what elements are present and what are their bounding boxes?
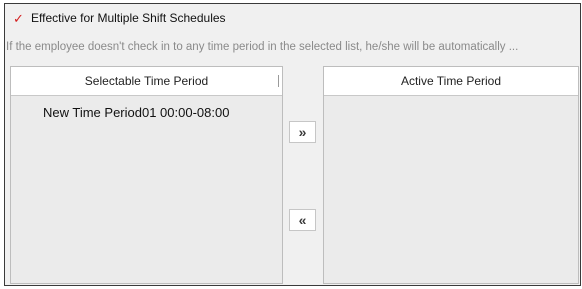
- attendance-settings-panel: ✓ Effective for Multiple Shift Schedules…: [4, 3, 581, 286]
- active-list-header: Active Time Period: [324, 67, 578, 96]
- list-item[interactable]: New Time Period01 00:00-08:00: [43, 105, 229, 120]
- multiple-shift-label[interactable]: Effective for Multiple Shift Schedules: [31, 11, 226, 25]
- column-resize-handle[interactable]: [278, 75, 279, 87]
- add-to-active-button[interactable]: »: [289, 121, 316, 143]
- remove-from-active-button[interactable]: «: [289, 209, 316, 231]
- selectable-time-period-list: Selectable Time Period New Time Period01…: [10, 66, 283, 284]
- hint-text: If the employee doesn't check in to any …: [6, 41, 519, 53]
- active-list-title: Active Time Period: [400, 74, 502, 88]
- active-time-period-list: Active Time Period: [323, 66, 579, 284]
- selectable-list-header: Selectable Time Period: [11, 67, 282, 96]
- multiple-shift-option[interactable]: ✓ Effective for Multiple Shift Schedules: [12, 10, 226, 26]
- checkmark-icon[interactable]: ✓: [12, 12, 25, 25]
- selectable-list-title: Selectable Time Period: [84, 74, 209, 88]
